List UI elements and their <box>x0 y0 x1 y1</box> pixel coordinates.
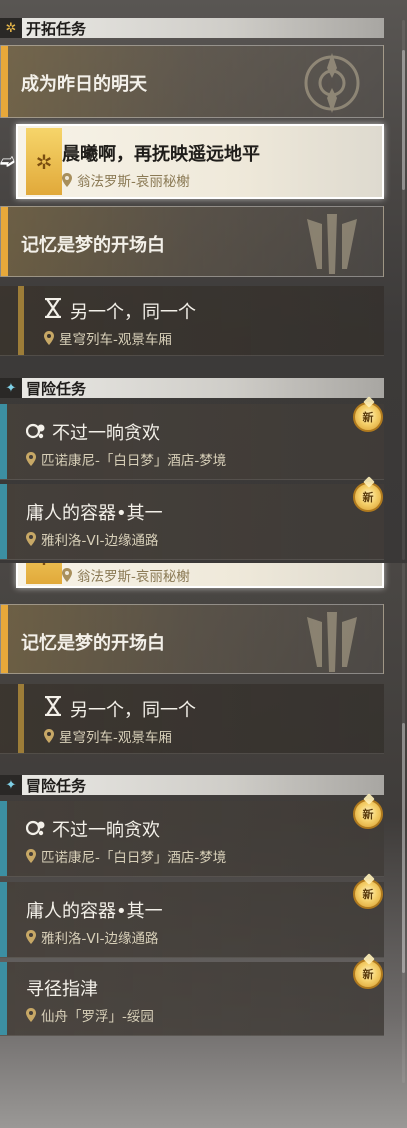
trailblaze-diamond-icon: ✲ <box>35 149 53 174</box>
quest-list-panel-bottom: ✲ 翁法罗斯-哀丽秘榭 记忆是梦的开场白 另一个，同一个 星穹列车-观景车厢 ✦… <box>0 563 407 1128</box>
location-pin-icon <box>44 729 54 743</box>
adventure-quest-card[interactable]: 寻径指津 仙舟「罗浮」-绥园 <box>0 962 384 1036</box>
location-pin-icon <box>26 452 36 466</box>
scrollbar-thumb[interactable] <box>402 50 405 190</box>
quest-type-tab: ✲ <box>26 128 62 195</box>
adventure-quest-location: 雅利洛-VI-边缘通路 <box>26 927 158 947</box>
sub-quest-accent <box>18 684 24 753</box>
chapter-title: 记忆是梦的开场白 <box>21 235 165 256</box>
new-badge-label: 新 <box>362 808 374 821</box>
adventure-quest-location: 雅利洛-VI-边缘通路 <box>26 529 158 549</box>
bubble-icon <box>26 423 45 439</box>
location-pin-icon <box>26 849 36 863</box>
main-quest-title: 成为昨日的明天 <box>21 74 147 95</box>
adventure-header-label: 冒险任务 <box>26 379 87 398</box>
chapter-title: 记忆是梦的开场白 <box>21 633 165 654</box>
adventure-header: ✦ 冒险任务 <box>0 775 384 795</box>
new-badge: 新 <box>353 482 383 512</box>
adventure-quest-location-text: 匹诺康尼-「白日梦」酒店-梦境 <box>41 453 227 469</box>
trailblaze-diamond-icon: ✲ <box>0 18 22 38</box>
selected-quest-location: 翁法罗斯-哀丽秘榭 <box>62 565 190 585</box>
quest-type-tab: ✲ <box>26 563 62 584</box>
location-pin-icon <box>62 173 72 187</box>
adventure-quest-location: 匹诺康尼-「白日梦」酒店-梦境 <box>26 449 226 469</box>
adventure-quest-location-text: 雅利洛-VI-边缘通路 <box>41 533 159 549</box>
sub-quest-location-text: 星穹列车-观景车厢 <box>59 730 172 746</box>
selected-quest-title: 晨曦啊，再抚映遥远地平 <box>62 144 260 165</box>
adventure-quest-location: 匹诺康尼-「白日梦」酒店-梦境 <box>26 846 226 866</box>
location-pin-icon <box>26 532 36 546</box>
chapter-card[interactable]: 记忆是梦的开场白 <box>0 206 384 277</box>
chapter-accent <box>1 605 8 673</box>
adventure-quest-location-text: 匹诺康尼-「白日梦」酒店-梦境 <box>41 850 227 866</box>
sub-quest-title: 另一个，同一个 <box>70 302 196 323</box>
hourglass-icon <box>45 696 61 716</box>
scrollbar-thumb[interactable] <box>402 723 405 973</box>
adventure-quest-card[interactable]: 庸人的容器•其一 雅利洛-VI-边缘通路 <box>0 484 384 560</box>
adventure-quest-location-text: 雅利洛-VI-边缘通路 <box>41 931 159 947</box>
new-badge: 新 <box>353 879 383 909</box>
selected-quest-card[interactable]: ✲ 翁法罗斯-哀丽秘榭 <box>16 563 384 588</box>
trailblaze-diamond-icon: ✲ <box>36 563 53 570</box>
bubble-icon <box>26 820 45 836</box>
chapter-card[interactable]: 记忆是梦的开场白 <box>0 604 384 674</box>
emblem-icon <box>307 214 357 274</box>
new-badge: 新 <box>353 799 383 829</box>
adventure-accent <box>0 882 7 957</box>
new-badge-label: 新 <box>362 888 374 901</box>
adventure-accent <box>0 484 7 559</box>
adventure-quest-location: 仙舟「罗浮」-绥园 <box>26 1005 154 1025</box>
adventure-quest-title: 庸人的容器•其一 <box>26 503 163 524</box>
location-pin-icon <box>62 568 72 582</box>
trailblaze-header-label: 开拓任务 <box>26 19 87 38</box>
selection-pointer-icon: ➫ <box>0 151 16 172</box>
chapter-accent <box>1 207 8 276</box>
sub-quest-accent <box>18 286 24 355</box>
emblem-icon <box>304 53 360 113</box>
adventure-accent <box>0 962 7 1035</box>
location-pin-icon <box>26 930 36 944</box>
adventure-quest-title: 寻径指津 <box>26 979 98 1000</box>
adventure-quest-card[interactable]: 不过一晌贪欢 匹诺康尼-「白日梦」酒店-梦境 <box>0 404 384 480</box>
adventure-header-label: 冒险任务 <box>26 776 87 795</box>
adventure-quest-title: 不过一晌贪欢 <box>52 820 160 841</box>
main-quest-card[interactable]: 成为昨日的明天 <box>0 45 384 118</box>
adventure-quest-title: 不过一晌贪欢 <box>52 423 160 444</box>
new-badge: 新 <box>353 402 383 432</box>
sub-quest-location-text: 星穹列车-观景车厢 <box>59 332 172 348</box>
emblem-icon <box>307 612 357 672</box>
sub-quest-card[interactable]: 另一个，同一个 星穹列车-观景车厢 <box>0 286 384 356</box>
selected-quest-location-text: 翁法罗斯-哀丽秘榭 <box>77 569 190 585</box>
sub-quest-location: 星穹列车-观景车厢 <box>44 726 172 746</box>
scrollbar-track[interactable] <box>402 20 405 560</box>
adventure-star-icon: ✦ <box>0 775 22 795</box>
location-pin-icon <box>44 331 54 345</box>
new-badge-label: 新 <box>362 491 374 504</box>
adventure-quest-card[interactable]: 不过一晌贪欢 匹诺康尼-「白日梦」酒店-梦境 <box>0 801 384 877</box>
new-badge: 新 <box>353 959 383 989</box>
adventure-star-icon: ✦ <box>0 378 22 398</box>
new-badge-label: 新 <box>362 968 374 981</box>
selected-quest-card[interactable]: ✲ 晨曦啊，再抚映遥远地平 翁法罗斯-哀丽秘榭 <box>16 124 384 199</box>
adventure-accent <box>0 801 7 876</box>
sub-quest-card[interactable]: 另一个，同一个 星穹列车-观景车厢 <box>0 684 384 754</box>
sub-quest-title: 另一个，同一个 <box>70 700 196 721</box>
adventure-accent <box>0 404 7 479</box>
main-quest-accent <box>1 46 8 117</box>
selected-quest-location: 翁法罗斯-哀丽秘榭 <box>62 170 190 190</box>
trailblaze-header: ✲ 开拓任务 <box>0 18 384 38</box>
adventure-header: ✦ 冒险任务 <box>0 378 384 398</box>
location-pin-icon <box>26 1008 36 1022</box>
quest-list-panel-top: ✲ 开拓任务 成为昨日的明天 ➫ ✲ 晨曦啊，再抚映遥远地平 翁法罗斯-哀丽秘榭… <box>0 0 407 563</box>
adventure-quest-card[interactable]: 庸人的容器•其一 雅利洛-VI-边缘通路 <box>0 882 384 958</box>
sub-quest-location: 星穹列车-观景车厢 <box>44 328 172 348</box>
adventure-quest-title: 庸人的容器•其一 <box>26 901 163 922</box>
scrollbar-track[interactable] <box>402 563 405 1083</box>
new-badge-label: 新 <box>362 411 374 424</box>
hourglass-icon <box>45 298 61 318</box>
adventure-quest-location-text: 仙舟「罗浮」-绥园 <box>41 1009 154 1025</box>
selected-quest-location-text: 翁法罗斯-哀丽秘榭 <box>77 174 190 190</box>
